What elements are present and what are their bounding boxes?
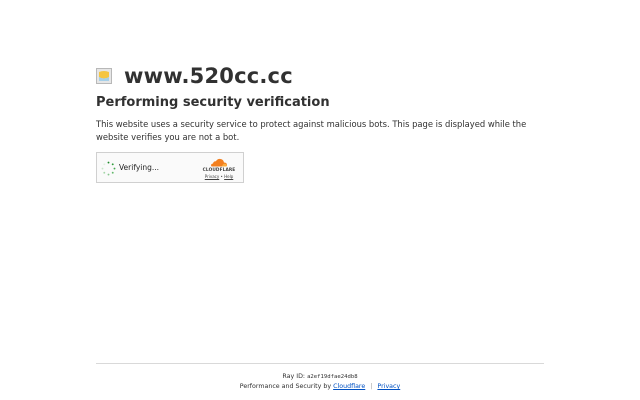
performance-row: Performance and Security by Cloudflare |… [96, 383, 544, 390]
performance-prefix: Performance and Security by [239, 383, 332, 390]
widget-links: Privacy • Help [199, 174, 239, 179]
footer-separator: | [370, 383, 373, 390]
cloudflare-link[interactable]: Cloudflare [333, 383, 365, 390]
description-text: This website uses a security service to … [96, 119, 527, 142]
site-favicon-icon [96, 68, 112, 84]
ray-id-value: a2ef19dfae24db8 [307, 374, 358, 380]
challenge-page: www.520cc.cc Performing security verific… [0, 0, 640, 400]
ray-id-row: Ray ID: a2ef19dfae24db8 [96, 373, 544, 380]
cloudflare-brand-text: CLOUDFLARE [202, 168, 236, 173]
page-title: Performing security verification [96, 95, 330, 110]
footer-divider [96, 363, 544, 364]
widget-help-link[interactable]: Help [224, 174, 233, 179]
cloudflare-cloud-icon [211, 158, 228, 167]
verification-widget[interactable]: Verifying... CLOUDFLARE Privacy • Help [96, 152, 244, 183]
site-header: www.520cc.cc [96, 62, 546, 90]
spinner-icon [101, 161, 116, 176]
widget-privacy-link[interactable]: Privacy [205, 174, 219, 179]
widget-links-separator: • [220, 174, 223, 179]
site-name: www.520cc.cc [124, 64, 293, 88]
privacy-link[interactable]: Privacy [377, 383, 400, 390]
cloudflare-logo: CLOUDFLARE Privacy • Help [199, 158, 239, 179]
verifying-status: Verifying... [119, 163, 160, 172]
main-content: www.520cc.cc Performing security verific… [96, 62, 546, 143]
ray-id-label: Ray ID: [282, 373, 306, 380]
